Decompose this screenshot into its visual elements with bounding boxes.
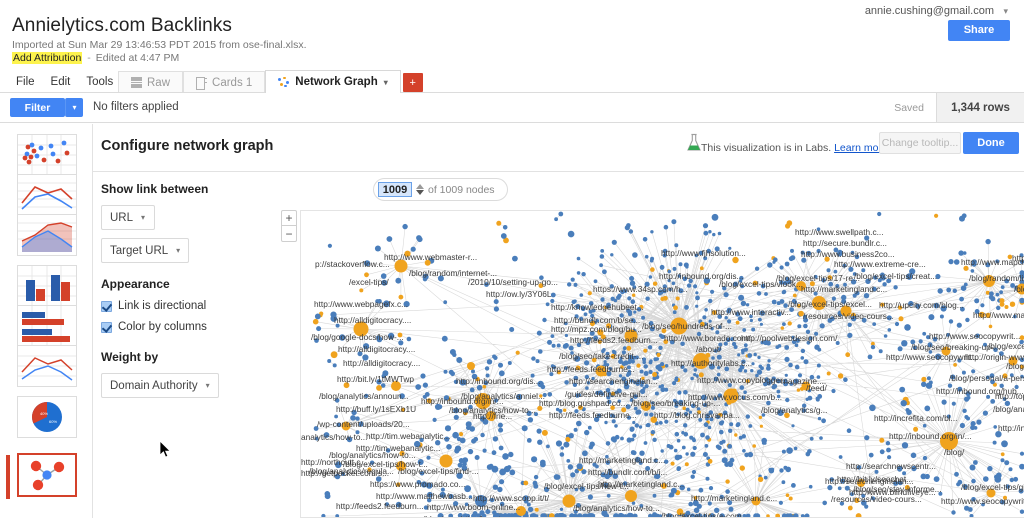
checkbox-checked-icon-2 <box>101 322 112 333</box>
menu-tools[interactable]: Tools <box>78 73 121 91</box>
menu-edit[interactable]: Edit <box>43 73 79 91</box>
cards-icon <box>196 77 207 88</box>
source-column-value: URL <box>110 212 133 224</box>
labs-notice-text: This visualization is in Labs. <box>701 142 831 154</box>
edit-info: Add Attribution-Edited at 4:47 PM <box>12 52 179 64</box>
weight-by-value: Domain Authority <box>110 380 198 392</box>
zoom-controls: + − <box>281 210 297 242</box>
line-chart-thumb[interactable] <box>18 175 76 215</box>
network-graph-thumb-image <box>19 455 75 495</box>
app-header: Annielytics.com Backlinks Imported at Su… <box>0 0 1024 70</box>
tab-cards[interactable]: Cards 1 <box>183 71 265 93</box>
filter-status-text: No filters applied <box>93 101 179 113</box>
labs-notice: This visualization is in Labs. Learn mor… <box>701 142 888 154</box>
fusion-tables-app: Annielytics.com Backlinks Imported at Su… <box>0 0 1024 518</box>
configure-panel-header: Configure network graph This visualizati… <box>93 124 1024 172</box>
color-by-columns-checkbox[interactable]: Color by columns <box>101 321 207 333</box>
filter-button[interactable]: Filter <box>10 98 65 117</box>
done-button[interactable]: Done <box>963 132 1019 154</box>
node-count-label: of 1009 nodes <box>428 184 495 196</box>
source-chevron-down-icon: ▾ <box>141 213 145 222</box>
spinner-down-icon <box>416 190 424 195</box>
svg-text:40%: 40% <box>40 411 48 416</box>
account-chevron-down-icon[interactable]: ▾ <box>1003 6 1008 17</box>
zoom-out-button[interactable]: − <box>282 226 296 241</box>
network-graph-area: 1009 of 1009 nodes + − p://stackoverflow… <box>281 172 1024 518</box>
import-info: Imported at Sun Mar 29 13:46:53 PDT 2015… <box>12 39 307 51</box>
line-chart-thumb-2[interactable] <box>18 346 76 386</box>
tab-chevron-down-icon[interactable]: ▾ <box>384 78 388 87</box>
chart-thumb-group-2b <box>17 265 77 387</box>
source-column-select[interactable]: URL ▾ <box>101 205 155 230</box>
row-count-badge: 1,344 rows <box>936 93 1024 122</box>
area-chart-thumb[interactable] <box>18 215 76 255</box>
weight-by-label: Weight by <box>101 350 158 364</box>
bar-chart-thumb[interactable] <box>18 306 76 346</box>
separator: - <box>87 52 91 64</box>
tab-raw-label: Raw <box>147 77 170 89</box>
menu-file[interactable]: File <box>8 73 43 91</box>
pie-chart-thumb[interactable]: 40% 60% <box>18 397 76 437</box>
account-email[interactable]: annie.cushing@gmail.com <box>865 5 994 17</box>
node-count-spinner[interactable] <box>416 184 424 195</box>
column-chart-thumb[interactable] <box>18 266 76 306</box>
spinner-up-icon <box>416 184 424 189</box>
tab-network-graph[interactable]: Network Graph ▾ <box>265 70 400 93</box>
graph-svg <box>301 211 1024 518</box>
mouse-cursor <box>160 441 172 459</box>
add-attribution-link[interactable]: Add Attribution <box>12 52 82 64</box>
color-by-columns-label: Color by columns <box>118 321 207 333</box>
configure-options-column: Show link between URL ▾ Target URL ▾ App… <box>93 172 281 518</box>
tab-cards-label: Cards 1 <box>212 77 252 89</box>
weight-by-select[interactable]: Domain Authority ▾ <box>101 373 219 398</box>
show-link-between-label: Show link between <box>101 182 208 196</box>
network-graph-icon <box>278 77 290 88</box>
tab-network-graph-label: Network Graph <box>295 76 377 88</box>
node-count-input[interactable]: 1009 <box>378 182 412 197</box>
chart-thumb-group-1 <box>17 134 77 256</box>
edited-timestamp: Edited at 4:47 PM <box>96 52 179 64</box>
target-column-value: Target URL <box>110 245 168 257</box>
configure-title: Configure network graph <box>101 138 273 154</box>
add-tab-button[interactable]: + <box>403 73 423 92</box>
weight-chevron-down-icon: ▾ <box>206 381 210 390</box>
change-tooltip-button[interactable]: Change tooltip... <box>879 132 961 154</box>
filter-chevron-down-icon[interactable]: ▾ <box>65 98 83 117</box>
raw-rows-icon <box>131 77 142 88</box>
share-button[interactable]: Share <box>948 20 1010 41</box>
tab-raw[interactable]: Raw <box>118 71 183 93</box>
filter-toolbar: Filter ▾ No filters applied Saved 1,344 … <box>0 93 1024 123</box>
chart-thumb-group-3: 40% 60% <box>17 396 77 438</box>
graph-canvas[interactable]: p://stackoverflow.c.../excel-tips/http:/… <box>300 210 1024 518</box>
target-chevron-down-icon: ▾ <box>176 246 180 255</box>
scatter-chart-thumb[interactable] <box>18 135 76 175</box>
labs-flask-icon <box>686 133 702 153</box>
link-directional-label: Link is directional <box>118 300 206 312</box>
network-graph-thumb[interactable] <box>17 453 77 497</box>
configure-panel: Configure network graph This visualizati… <box>93 124 1024 518</box>
zoom-in-button[interactable]: + <box>282 211 296 226</box>
page-title: Annielytics.com Backlinks <box>12 15 232 37</box>
node-count-control: 1009 of 1009 nodes <box>373 178 508 201</box>
saved-status: Saved <box>894 102 924 114</box>
tab-bar: Raw Cards 1 Network Graph ▾ + <box>118 70 423 93</box>
menu-and-tabs-row: File Edit Tools Help Raw Cards 1 <box>0 70 1024 93</box>
target-column-select[interactable]: Target URL ▾ <box>101 238 189 263</box>
checkbox-checked-icon <box>101 301 112 312</box>
selected-indicator <box>6 455 10 499</box>
chart-type-rail: 40% 60% <box>0 124 93 518</box>
link-directional-checkbox[interactable]: Link is directional <box>101 300 206 312</box>
appearance-label: Appearance <box>101 277 170 291</box>
svg-text:60%: 60% <box>49 419 57 424</box>
